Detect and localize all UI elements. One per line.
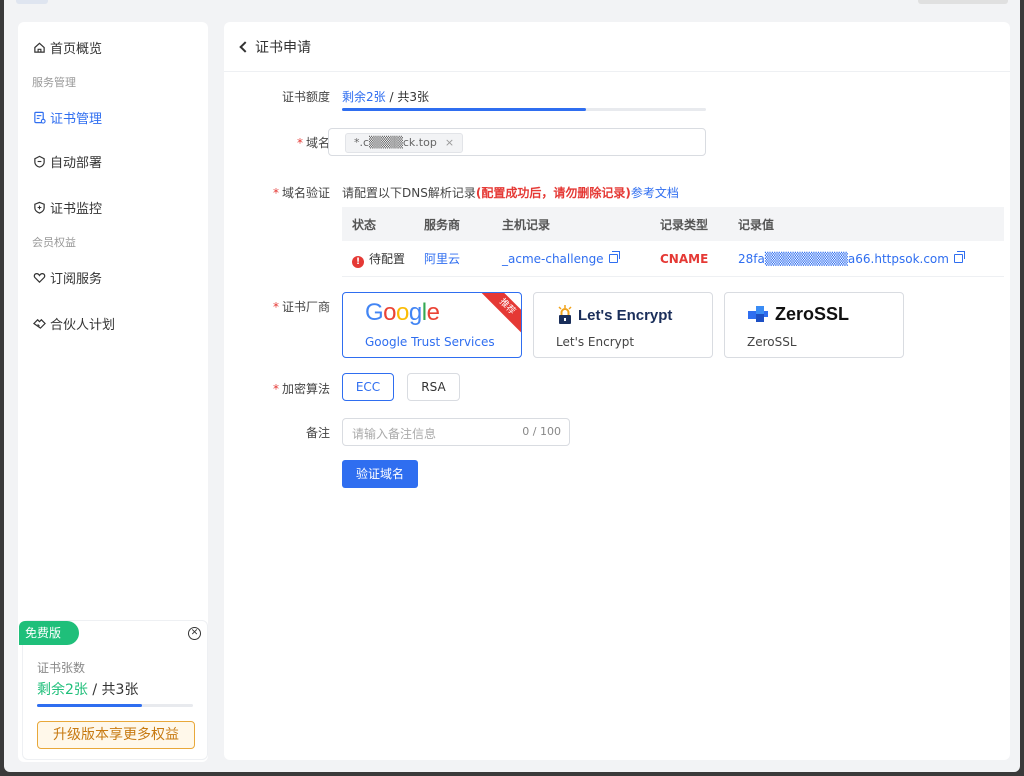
reference-doc-link[interactable]: 参考文档 xyxy=(631,186,679,200)
letsencrypt-logo: Let's Encrypt xyxy=(556,305,672,325)
sidebar-item-label: 自动部署 xyxy=(50,156,103,171)
quota-progress-bar xyxy=(342,108,706,111)
plan-total: / 共3张 xyxy=(87,682,139,698)
domain-input[interactable]: *.c▒▒▒▒ck.top × xyxy=(328,128,706,156)
host-cell: _acme-challenge xyxy=(502,250,660,266)
sidebar-item-label: 首页概览 xyxy=(50,42,103,57)
sidebar-item-label: 订阅服务 xyxy=(50,272,103,287)
sidebar: 首页概览 服务管理 证书管理 自动部署 证书监控 会员权益 订阅服务 合伙人计划… xyxy=(18,22,208,762)
plan-quota-value: 剩余2张 / 共3张 xyxy=(37,679,138,699)
zerossl-logo: ZeroSSL xyxy=(747,304,849,325)
domain-label-text: 域名 xyxy=(305,136,330,150)
page-title: 证书申请 xyxy=(255,40,311,56)
cert-icon xyxy=(32,111,46,125)
domain-tag-text: *.c▒▒▒▒ck.top xyxy=(354,136,437,149)
verify-label: * 域名验证 xyxy=(272,186,330,200)
heart-icon xyxy=(32,271,46,285)
verify-prefix: 请配置以下DNS解析记录 xyxy=(342,186,476,200)
note-label: 备注 xyxy=(305,426,330,440)
handshake-icon xyxy=(32,317,46,331)
upgrade-button[interactable]: 升级版本享更多权益 xyxy=(37,721,195,749)
note-input[interactable]: 请输入备注信息 0 / 100 xyxy=(342,418,570,446)
vendor-label-text: 证书厂商 xyxy=(281,300,330,314)
algo-label: * 加密算法 xyxy=(272,382,330,396)
back-button[interactable]: 证书申请 xyxy=(238,37,311,57)
vendor-letsencrypt[interactable]: Let's Encrypt Let's Encrypt xyxy=(533,292,713,358)
verify-label-text: 域名验证 xyxy=(281,186,330,200)
vendor-name: Google Trust Services xyxy=(365,335,495,349)
copy-icon[interactable] xyxy=(953,250,965,263)
verify-warning: (配置成功后，请勿删除记录) xyxy=(475,186,631,200)
algo-ecc-button[interactable]: ECC xyxy=(342,373,394,401)
plan-progress-fill xyxy=(37,704,142,707)
plan-card: 免费版 ✕ 证书张数 剩余2张 / 共3张 升级版本享更多权益 xyxy=(19,620,208,760)
algo-rsa-button[interactable]: RSA xyxy=(407,373,460,401)
padlock-icon xyxy=(558,305,572,324)
close-icon[interactable]: × xyxy=(445,134,454,152)
close-circle-icon[interactable]: ✕ xyxy=(188,627,201,640)
sidebar-item-label: 证书监控 xyxy=(50,202,103,217)
sidebar-item-cert-manage[interactable]: 证书管理 xyxy=(32,108,102,127)
value-cell: 28fa▒▒▒▒▒▒▒▒▒a66.httpsok.com xyxy=(738,250,1004,266)
nav-group-service: 服务管理 xyxy=(32,76,76,89)
status-cell: ! 待配置 xyxy=(342,250,424,268)
vendor-name: Let's Encrypt xyxy=(556,335,635,349)
note-placeholder: 请输入备注信息 xyxy=(352,427,437,441)
chevron-left-icon xyxy=(239,41,251,53)
sidebar-item-label: 合伙人计划 xyxy=(50,318,116,333)
sidebar-item-cert-monitor[interactable]: 证书监控 xyxy=(32,198,102,217)
vendor-google[interactable]: Google 推荐 Google Trust Services xyxy=(342,292,522,358)
vendor-name: ZeroSSL xyxy=(747,335,797,349)
column-header: 服务商 xyxy=(424,217,461,232)
puzzle-icon xyxy=(748,305,768,322)
sidebar-item-auto-deploy[interactable]: 自动部署 xyxy=(32,152,102,171)
vendor-zerossl[interactable]: ZeroSSL ZeroSSL xyxy=(724,292,904,358)
domain-tag: *.c▒▒▒▒ck.top × xyxy=(345,133,464,153)
verify-instruction: 请配置以下DNS解析记录(配置成功后，请勿删除记录)参考文档 xyxy=(342,184,679,201)
nav-group-member: 会员权益 xyxy=(32,236,76,249)
warning-icon: ! xyxy=(352,255,364,268)
column-header: 主机记录 xyxy=(502,217,551,232)
dns-table-header: 状态 服务商 主机记录 记录类型 记录值 xyxy=(342,207,1004,241)
sidebar-item-home[interactable]: 首页概览 xyxy=(32,38,102,57)
plan-badge: 免费版 xyxy=(19,621,79,645)
recommend-ribbon: 推荐 xyxy=(478,293,521,336)
main-panel: 证书申请 证书额度 剩余2张 / 共3张 * 域名 *.c▒▒▒▒ck.top ×… xyxy=(224,22,1010,760)
provider-cell[interactable]: 阿里云 xyxy=(424,250,502,267)
deploy-icon xyxy=(32,155,46,169)
column-header: 记录类型 xyxy=(660,217,709,232)
quota-value: 剩余2张 / 共3张 xyxy=(342,88,429,105)
algo-label-text: 加密算法 xyxy=(281,382,330,396)
sidebar-item-partner[interactable]: 合伙人计划 xyxy=(32,314,115,333)
dns-table: 状态 服务商 主机记录 记录类型 记录值 ! 待配置 阿里云 _acme-chal… xyxy=(342,207,1004,277)
status-text: 待配置 xyxy=(369,251,406,266)
host-text: _acme-challenge xyxy=(502,251,604,266)
type-cell: CNAME xyxy=(660,251,709,266)
column-header: 状态 xyxy=(352,217,377,232)
domain-label: * 域名 xyxy=(296,136,330,150)
home-icon xyxy=(32,41,46,55)
plan-remaining: 剩余2张 xyxy=(37,682,88,698)
sidebar-item-subscription[interactable]: 订阅服务 xyxy=(32,268,102,287)
google-logo: Google xyxy=(365,299,440,326)
app-window: 首页概览 服务管理 证书管理 自动部署 证书监控 会员权益 订阅服务 合伙人计划… xyxy=(4,0,1020,772)
top-strip xyxy=(4,0,1020,6)
copy-icon[interactable] xyxy=(608,250,620,263)
plan-progress-bar xyxy=(37,704,193,707)
column-header: 记录值 xyxy=(738,217,775,232)
plan-quota-label: 证书张数 xyxy=(37,661,86,675)
verify-domain-button[interactable]: 验证域名 xyxy=(342,460,418,488)
page-header: 证书申请 xyxy=(224,22,1010,72)
vendor-label: * 证书厂商 xyxy=(272,300,330,314)
quota-progress-fill xyxy=(342,108,586,111)
note-counter: 0 / 100 xyxy=(522,425,561,438)
quota-remaining: 剩余2张 xyxy=(342,90,386,104)
quota-total: / 共3张 xyxy=(385,90,429,104)
shield-icon xyxy=(32,201,46,215)
table-row: ! 待配置 阿里云 _acme-challenge CNAME 28fa▒▒▒▒▒… xyxy=(342,241,1004,277)
value-text: 28fa▒▒▒▒▒▒▒▒▒a66.httpsok.com xyxy=(738,251,949,266)
sidebar-item-label: 证书管理 xyxy=(50,112,103,127)
quota-label: 证书额度 xyxy=(281,90,330,104)
